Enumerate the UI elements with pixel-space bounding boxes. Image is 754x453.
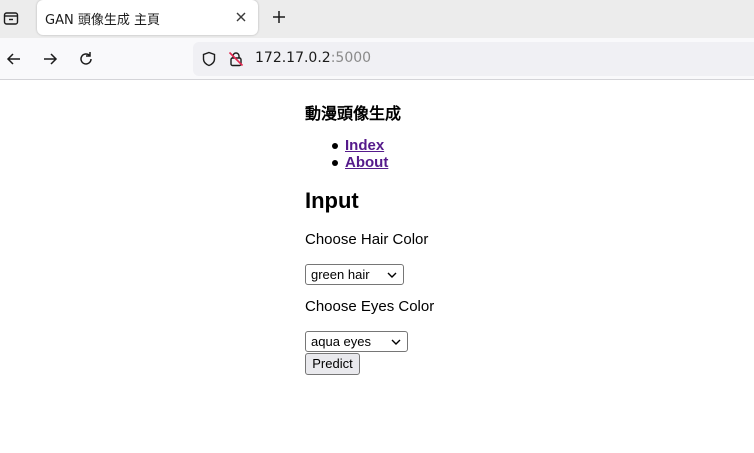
url-port: :5000 <box>330 50 372 66</box>
browser-tab-bar: GAN 頭像生成 主頁 <box>0 0 754 38</box>
eyes-color-label: Choose Eyes Color <box>305 298 435 315</box>
site-nav-item-index: Index <box>305 137 388 154</box>
hair-color-select[interactable]: green hair <box>305 264 404 285</box>
url-text[interactable]: 172.17.0.2:5000 <box>255 50 371 66</box>
bullet <box>332 160 338 166</box>
eyes-color-selected: aqua eyes <box>311 334 371 349</box>
shield-icon[interactable] <box>200 50 218 68</box>
nav-link-about[interactable]: About <box>345 154 388 171</box>
browser-nav-bar: 172.17.0.2:5000 <box>0 38 754 80</box>
site-nav: Index About <box>305 137 388 171</box>
arrow-right-icon[interactable] <box>40 49 60 69</box>
input-heading: Input <box>305 188 359 213</box>
close-icon[interactable] <box>234 10 248 24</box>
site-title: 動漫頭像生成 <box>305 104 402 123</box>
chevron-down-icon <box>387 272 397 278</box>
insecure-lock-icon[interactable] <box>227 50 245 68</box>
bullet <box>332 143 338 149</box>
browser-tab-active[interactable]: GAN 頭像生成 主頁 <box>37 0 258 35</box>
nav-link-index[interactable]: Index <box>345 137 384 154</box>
chevron-down-icon <box>391 339 401 345</box>
predict-button[interactable]: Predict <box>305 353 360 375</box>
tab-title: GAN 頭像生成 主頁 <box>45 13 160 28</box>
hair-color-selected: green hair <box>311 267 370 282</box>
eyes-color-select[interactable]: aqua eyes <box>305 331 408 352</box>
url-host: 172.17.0.2 <box>255 50 331 66</box>
hair-color-label: Choose Hair Color <box>305 231 429 248</box>
reload-icon[interactable] <box>76 49 96 69</box>
plus-icon[interactable] <box>270 8 288 26</box>
tab-overview-icon[interactable] <box>2 9 20 27</box>
arrow-left-icon[interactable] <box>4 49 24 69</box>
url-bar[interactable]: 172.17.0.2:5000 <box>193 42 754 76</box>
site-nav-item-about: About <box>305 154 388 171</box>
